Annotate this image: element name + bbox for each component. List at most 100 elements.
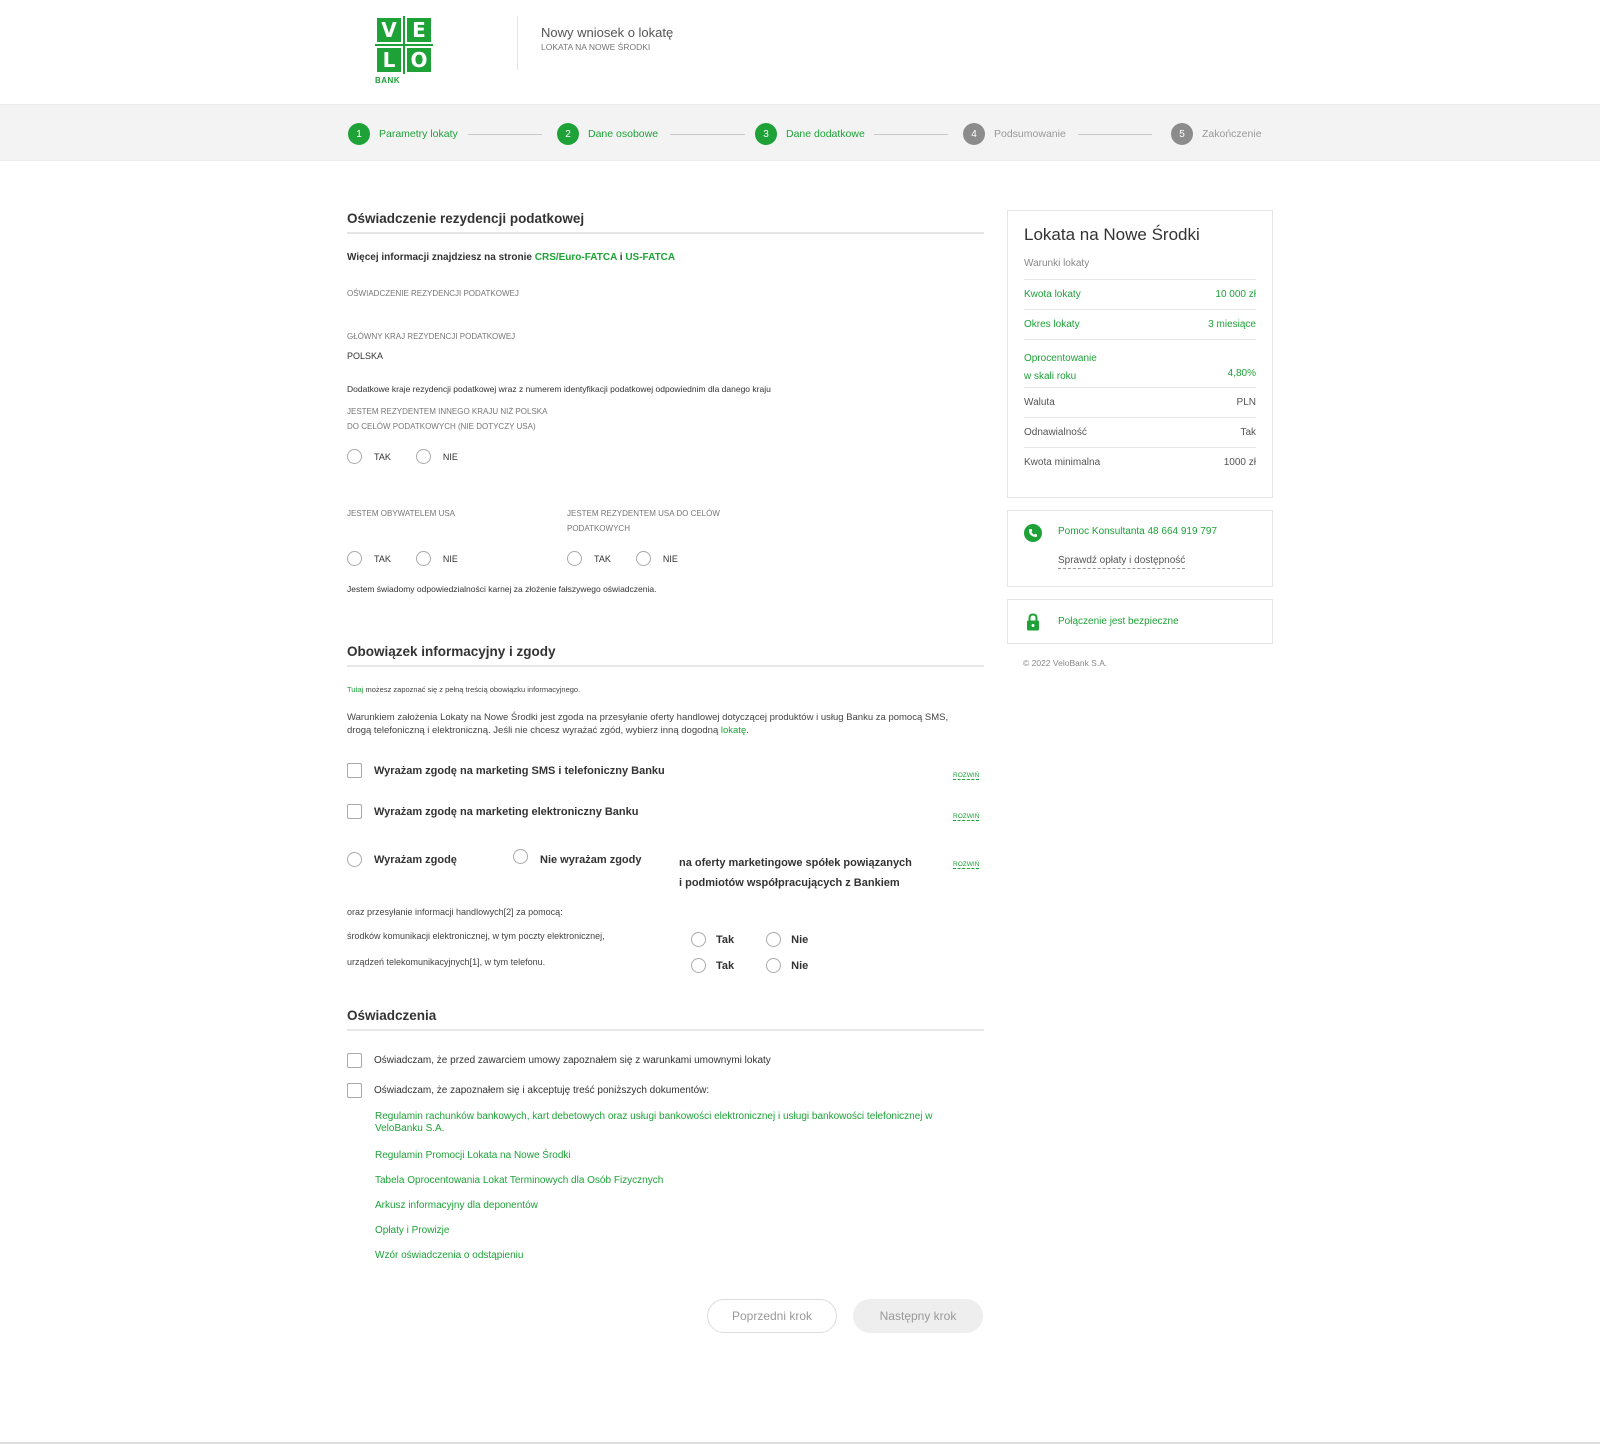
logo-letter: O: [405, 46, 433, 74]
other-country-radio-group: TAK NIE: [347, 449, 458, 464]
doc-link-arkusz-informacyjny[interactable]: Arkusz informacyjny dla deponentów: [375, 1200, 538, 1211]
info-obligation-link[interactable]: Tutaj: [347, 685, 363, 694]
main-country-label: GŁÓWNY KRAJ REZYDENCJI PODATKOWEJ: [347, 332, 516, 341]
sms-consent-row: Wyrażam zgodę na marketing SMS i telefon…: [347, 763, 665, 778]
section-title-consents: Obowiązek informacyjny i zgody: [347, 644, 984, 667]
row-value: PLN: [1236, 397, 1256, 408]
row-value: Tak: [1240, 427, 1256, 438]
partners-disagree-radio[interactable]: [513, 849, 528, 864]
partners-disagree-option: Nie wyrażam zgody: [513, 849, 641, 867]
channel-phone-yes-radio[interactable]: [691, 958, 706, 973]
summary-row-renewal: Odnawialność Tak: [1024, 417, 1256, 447]
expand-link[interactable]: ROZWIŃ: [953, 813, 980, 821]
question-line: JESTEM REZYDENTEM USA DO CELÓW: [567, 509, 720, 518]
section-title-declarations: Oświadczenia: [347, 1008, 984, 1031]
crs-fatca-link[interactable]: CRS/Euro-FATCA: [535, 252, 617, 263]
step-3: 3 Dane dodatkowe: [755, 122, 865, 146]
email-consent-checkbox[interactable]: [347, 804, 362, 819]
doc-link-wzor-odstapienia[interactable]: Wzór oświadczenia o odstąpieniu: [375, 1250, 523, 1261]
expand-link[interactable]: ROZWIŃ: [953, 861, 980, 869]
partners-consent-expand[interactable]: ROZWIŃ: [953, 853, 980, 871]
step-label: Podsumowanie: [994, 128, 1066, 140]
usa-citizen-yes-radio[interactable]: [347, 551, 362, 566]
doc-link-regulamin-rachunkow[interactable]: Regulamin rachunków bankowych, kart debe…: [375, 1111, 955, 1135]
page-title: Nowy wniosek o lokatę: [541, 25, 674, 40]
channel-email-yes-radio[interactable]: [691, 932, 706, 947]
channel-phone-no-radio[interactable]: [766, 958, 782, 973]
condition-line: Warunkiem założenia Lokaty na Nowe Środk…: [347, 712, 949, 723]
partners-agree-label: Wyrażam zgodę: [374, 853, 457, 866]
section-title-tax: Oświadczenie rezydencji podatkowej: [347, 211, 984, 234]
radio-label: Nie: [791, 933, 809, 946]
declaration-terms-checkbox[interactable]: [347, 1053, 362, 1068]
radio-label: TAK: [374, 451, 391, 462]
step-label: Parametry lokaty: [379, 128, 458, 140]
radio-label: Tak: [716, 959, 735, 972]
row-label: Kwota minimalna: [1024, 457, 1101, 468]
tax-section-label: OŚWIADCZENIE REZYDENCJI PODATKOWEJ: [347, 289, 519, 298]
channel-email-no-radio[interactable]: [766, 932, 782, 947]
logo-letter: V: [375, 16, 403, 44]
usa-resident-no-radio[interactable]: [635, 551, 651, 566]
copyright: © 2022 VeloBank S.A.: [1023, 658, 1108, 668]
question-line: DO CELÓW PODATKOWYCH (NIE DOTYCZY USA): [347, 422, 536, 431]
channel-phone-radio-group: Tak Nie: [691, 958, 808, 973]
summary-row-minimum: Kwota minimalna 1000 zł: [1024, 447, 1256, 477]
secure-connection-card: Połączenie jest bezpieczne: [1007, 599, 1273, 644]
logo-letter: E: [405, 16, 433, 44]
partners-agree-option: Wyrażam zgodę: [347, 852, 457, 867]
channel-email-label: środków komunikacji elektronicznej, w ty…: [347, 931, 605, 941]
step-connector: [1078, 134, 1152, 135]
step-2: 2 Dane osobowe: [557, 122, 658, 146]
step-number: 4: [963, 123, 985, 145]
partners-line: na oferty marketingowe spółek powiązanyc…: [679, 857, 912, 869]
step-number: 3: [755, 123, 777, 145]
previous-step-button[interactable]: Poprzedni krok: [707, 1299, 837, 1333]
email-consent-expand[interactable]: ROZWIŃ: [953, 805, 980, 823]
declaration-terms-row: Oświadczam, że przed zawarciem umowy zap…: [347, 1053, 771, 1068]
row-value: 3 miesiące: [1208, 319, 1256, 330]
step-label: Dane osobowe: [588, 128, 659, 140]
doc-link-regulamin-promocji[interactable]: Regulamin Promocji Lokata na Nowe Środki: [375, 1150, 571, 1161]
email-consent-row: Wyrażam zgodę na marketing elektroniczny…: [347, 804, 638, 819]
fees-availability-link[interactable]: Sprawdź opłaty i dostępność: [1058, 555, 1186, 569]
question-line: JESTEM REZYDENTEM INNEGO KRAJU NIŻ POLSK…: [347, 407, 548, 416]
velobank-logo[interactable]: V E L O BANK: [375, 16, 435, 88]
next-step-button[interactable]: Następny krok: [853, 1299, 983, 1333]
radio-label: TAK: [594, 553, 611, 564]
usa-resident-question: JESTEM REZYDENTEM USA DO CELÓW PODATKOWY…: [567, 509, 720, 533]
declaration-docs-checkbox[interactable]: [347, 1083, 362, 1098]
consent-condition-text: Warunkiem założenia Lokaty na Nowe Środk…: [347, 711, 984, 737]
doc-link-tabela-oprocentowania[interactable]: Tabela Oprocentowania Lokat Terminowych …: [375, 1175, 663, 1186]
partners-agree-radio[interactable]: [347, 852, 362, 867]
usa-resident-yes-radio[interactable]: [567, 551, 582, 566]
other-country-yes-radio[interactable]: [347, 449, 362, 464]
row-label: Odnawialność: [1024, 427, 1087, 438]
radio-label: Tak: [716, 933, 735, 946]
lock-icon: [1026, 612, 1040, 637]
other-country-no-radio[interactable]: [415, 449, 431, 464]
radio-label: Nie: [791, 959, 809, 972]
expand-link[interactable]: ROZWIŃ: [953, 772, 980, 780]
other-deposit-link[interactable]: lokatę: [721, 725, 746, 736]
sms-consent-expand[interactable]: ROZWIŃ: [953, 764, 980, 782]
condition-line2-prefix: drogą telefoniczną i elektroniczną. Jeśl…: [347, 725, 721, 736]
main-country-value: POLSKA: [347, 351, 384, 361]
usa-citizen-no-radio[interactable]: [415, 551, 431, 566]
consultant-phone-link[interactable]: Pomoc Konsultanta 48 664 919 797: [1058, 526, 1217, 537]
row-label: Kwota lokaty: [1024, 289, 1081, 300]
step-connector: [874, 134, 948, 135]
summary-row-amount: Kwota lokaty 10 000 zł: [1024, 279, 1256, 309]
step-1: 1 Parametry lokaty: [348, 122, 458, 146]
channel-phone-label: urządzeń telekomunikacyjnych[1], w tym t…: [347, 957, 546, 967]
logo-bank-text: BANK: [375, 76, 401, 85]
progress-stepper: 1 Parametry lokaty 2 Dane osobowe 3 Dane…: [0, 104, 1600, 161]
row-value: 1000 zł: [1223, 457, 1256, 468]
usa-resident-radio-group: TAK NIE: [567, 551, 678, 566]
channels-intro: oraz przesyłanie informacji handlowych[2…: [347, 907, 563, 917]
us-fatca-link[interactable]: US-FATCA: [625, 252, 675, 263]
tax-info-text: Więcej informacji znajdziesz na stronie …: [347, 252, 675, 263]
info-obligation-text: Tutaj możesz zapoznać się z pełną treści…: [347, 685, 580, 694]
doc-link-oplaty-prowizje[interactable]: Opłaty i Prowizje: [375, 1225, 449, 1236]
sms-consent-checkbox[interactable]: [347, 763, 362, 778]
